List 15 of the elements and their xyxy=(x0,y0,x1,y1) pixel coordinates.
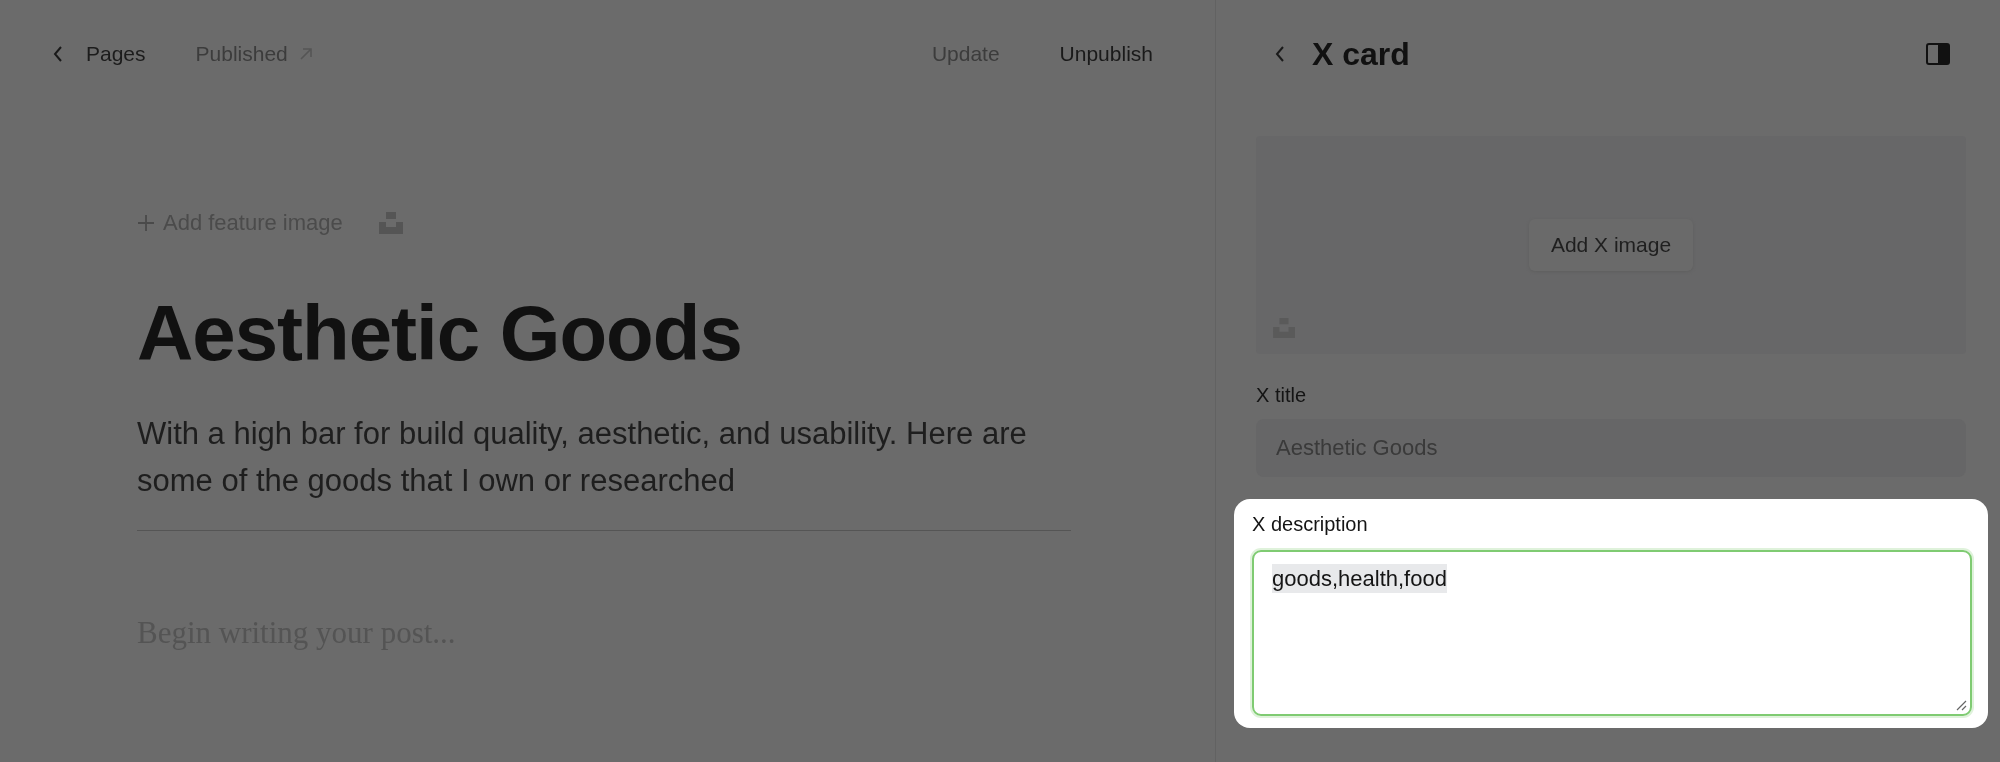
resize-grip-icon[interactable] xyxy=(1955,699,1967,711)
post-title[interactable]: Aesthetic Goods xyxy=(137,294,1071,372)
chevron-left-icon xyxy=(52,45,64,63)
x-description-field[interactable]: goods,health,food xyxy=(1252,550,1972,716)
chevron-left-icon[interactable] xyxy=(1274,45,1286,63)
field-label: X title xyxy=(1256,384,1308,407)
panel-title: X card xyxy=(1312,35,1410,73)
field-label: X description xyxy=(1252,513,1369,536)
image-upload-area[interactable]: Add X image xyxy=(1256,136,1966,354)
back-button[interactable]: Pages xyxy=(52,42,146,66)
sidebar-toggle-icon[interactable] xyxy=(1926,43,1950,65)
plus-icon xyxy=(137,214,155,232)
add-x-image-button[interactable]: Add X image xyxy=(1528,219,1694,271)
header-action-button[interactable]: Unpublish xyxy=(1059,42,1153,66)
post-excerpt[interactable]: With a high bar for build quality, aesthetic, and usability. Here are some of the goods that I own or researched xyxy=(137,410,1071,504)
